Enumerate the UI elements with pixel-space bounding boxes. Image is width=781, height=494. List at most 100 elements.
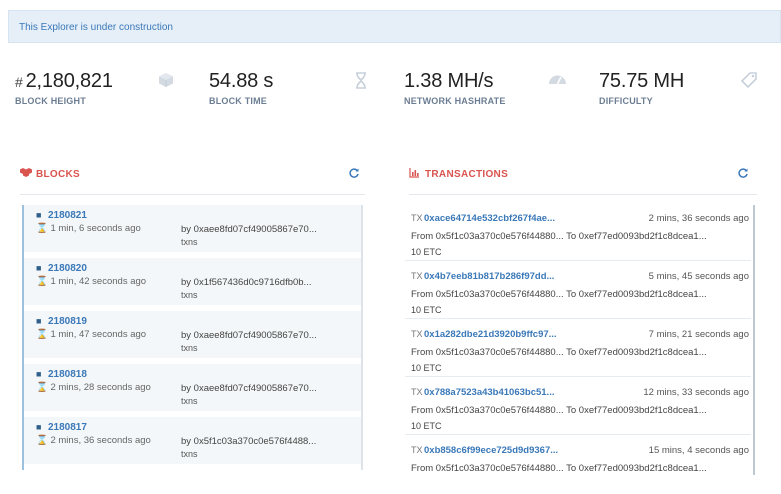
block-number-link[interactable]: 2180819 xyxy=(48,316,87,327)
blocks-title: BLOCKS xyxy=(36,169,81,180)
transactions-panel-header: TRANSACTIONS xyxy=(409,166,754,186)
tx-hash-link[interactable]: 0x4b7eeb81b817b286f97dd... xyxy=(424,271,554,282)
hourglass-icon: ⌛ xyxy=(36,435,51,446)
list-item[interactable]: TX 0x4b7eeb81b817b286f97dd... 5 mins, 45… xyxy=(405,263,751,319)
block-age: ⌛ 2 mins, 28 seconds ago xyxy=(36,382,151,393)
stat-label: BLOCK HEIGHT xyxy=(15,96,86,106)
tx-from[interactable]: From 0x5f1c03a370c0e576f44880... xyxy=(411,405,564,416)
stat-value: 75.75 MH xyxy=(599,70,685,92)
tx-age: 12 mins, 33 seconds ago xyxy=(643,387,749,398)
block-age: ⌛ 1 min, 6 seconds ago xyxy=(36,223,141,234)
cube-icon: ■ xyxy=(36,210,42,220)
block-miner: by 0xaee8fd07cf49005867e70... xyxy=(181,224,317,235)
dashboard-icon xyxy=(548,72,567,91)
block-miner: by 0x1f567436d0c9716dfb0b... xyxy=(181,277,312,288)
tx-amount: 10 ETC xyxy=(411,421,442,431)
blocks-list[interactable]: ■ 2180821 ⌛ 1 min, 6 seconds ago by 0xae… xyxy=(22,205,363,470)
block-age: ⌛ 1 min, 47 seconds ago xyxy=(36,329,147,340)
tx-prefix: TX xyxy=(411,329,423,339)
stat-label: BLOCK TIME xyxy=(209,96,267,106)
block-miner: by 0xaee8fd07cf49005867e70... xyxy=(181,330,317,341)
transactions-divider xyxy=(409,194,757,195)
blocks-divider xyxy=(20,194,365,195)
hourglass-icon xyxy=(355,72,367,94)
tx-age: 2 mins, 36 seconds ago xyxy=(648,213,749,224)
cube-icon: ■ xyxy=(36,316,42,326)
tx-amount: 10 ETC xyxy=(411,363,442,373)
tag-icon xyxy=(740,72,757,93)
tx-age: 5 mins, 45 seconds ago xyxy=(648,271,749,282)
tx-to[interactable]: To 0xef77ed0093bd2f1c8dcea1... xyxy=(566,347,707,358)
hourglass-icon: ⌛ xyxy=(36,382,51,393)
tx-amount: 10 ETC xyxy=(411,305,442,315)
hourglass-icon: ⌛ xyxy=(36,329,51,340)
cube-icon: ■ xyxy=(36,422,42,432)
list-item[interactable]: TX 0xace64714e532cbf267f4ae... 2 mins, 3… xyxy=(405,205,751,261)
block-number-link[interactable]: 2180820 xyxy=(48,263,87,274)
cube-icon xyxy=(158,72,174,93)
cube-icon: ■ xyxy=(36,263,42,273)
cubes-icon xyxy=(20,167,32,181)
block-txns: txns xyxy=(181,237,198,247)
stat-block-height: #2,180,821 BLOCK HEIGHT xyxy=(15,70,205,110)
tx-to[interactable]: To 0xef77ed0093bd2f1c8dcea1... xyxy=(566,463,707,474)
list-item[interactable]: ■ 2180818 ⌛ 2 mins, 28 seconds ago by 0x… xyxy=(24,364,361,414)
block-txns: txns xyxy=(181,343,198,353)
hash-prefix: # xyxy=(15,74,23,90)
list-item[interactable]: ■ 2180821 ⌛ 1 min, 6 seconds ago by 0xae… xyxy=(24,205,361,255)
tx-from[interactable]: From 0x5f1c03a370c0e576f44880... xyxy=(411,289,564,300)
hourglass-icon: ⌛ xyxy=(36,276,51,287)
tx-hash-link[interactable]: 0xace64714e532cbf267f4ae... xyxy=(424,213,555,224)
tx-addresses: From 0x5f1c03a370c0e576f44880... To 0xef… xyxy=(411,463,707,474)
tx-addresses: From 0x5f1c03a370c0e576f44880... To 0xef… xyxy=(411,289,707,300)
tx-to[interactable]: To 0xef77ed0093bd2f1c8dcea1... xyxy=(566,289,707,300)
stat-label: NETWORK HASHRATE xyxy=(404,96,506,106)
block-number-link[interactable]: 2180818 xyxy=(48,369,87,380)
block-age: ⌛ 1 min, 42 seconds ago xyxy=(36,276,147,287)
bar-chart-icon xyxy=(409,167,420,181)
tx-from[interactable]: From 0x5f1c03a370c0e576f44880... xyxy=(411,463,564,474)
tx-prefix: TX xyxy=(411,213,423,223)
list-item[interactable]: ■ 2180819 ⌛ 1 min, 47 seconds ago by 0xa… xyxy=(24,311,361,361)
refresh-icon[interactable] xyxy=(738,168,748,181)
tx-from[interactable]: From 0x5f1c03a370c0e576f44880... xyxy=(411,347,564,358)
tx-prefix: TX xyxy=(411,387,423,397)
tx-from[interactable]: From 0x5f1c03a370c0e576f44880... xyxy=(411,231,564,242)
tx-amount: 10 ETC xyxy=(411,247,442,257)
block-miner: by 0xaee8fd07cf49005867e70... xyxy=(181,383,317,394)
tx-age: 15 mins, 4 seconds ago xyxy=(648,445,749,456)
list-item[interactable]: ■ 2180820 ⌛ 1 min, 42 seconds ago by 0x1… xyxy=(24,258,361,308)
list-item[interactable]: TX 0x788a7523a43b41063bc51... 12 mins, 3… xyxy=(405,379,751,435)
refresh-icon[interactable] xyxy=(349,168,359,181)
tx-hash-link[interactable]: 0x788a7523a43b41063bc51... xyxy=(424,387,554,398)
tx-hash-link[interactable]: 0x1a282dbe21d3920b9ffc97... xyxy=(424,329,557,340)
construction-banner: This Explorer is under construction xyxy=(8,10,781,43)
block-txns: txns xyxy=(181,396,198,406)
stat-label: DIFFICULTY xyxy=(599,96,653,106)
tx-addresses: From 0x5f1c03a370c0e576f44880... To 0xef… xyxy=(411,347,707,358)
hourglass-icon: ⌛ xyxy=(36,223,51,234)
transactions-list[interactable]: TX 0xace64714e532cbf267f4ae... 2 mins, 3… xyxy=(405,205,755,475)
tx-hash-link[interactable]: 0xb858c6f99ece725d9d9367... xyxy=(424,445,558,456)
list-item[interactable]: ■ 2180817 ⌛ 2 mins, 36 seconds ago by 0x… xyxy=(24,417,361,467)
stat-network-hashrate: 1.38 MH/s NETWORK HASHRATE xyxy=(404,70,594,110)
blocks-panel-header: BLOCKS xyxy=(20,166,363,186)
transactions-title: TRANSACTIONS xyxy=(425,169,509,180)
block-age: ⌛ 2 mins, 36 seconds ago xyxy=(36,435,151,446)
stat-value: 54.88 s xyxy=(209,70,274,92)
tx-prefix: TX xyxy=(411,271,423,281)
stat-difficulty: 75.75 MH DIFFICULTY xyxy=(599,70,781,110)
block-number-link[interactable]: 2180821 xyxy=(48,210,87,221)
tx-addresses: From 0x5f1c03a370c0e576f44880... To 0xef… xyxy=(411,231,707,242)
block-number-link[interactable]: 2180817 xyxy=(48,422,87,433)
stat-block-time: 54.88 s BLOCK TIME xyxy=(209,70,399,110)
list-item[interactable]: TX 0x1a282dbe21d3920b9ffc97... 7 mins, 2… xyxy=(405,321,751,377)
tx-to[interactable]: To 0xef77ed0093bd2f1c8dcea1... xyxy=(566,231,707,242)
tx-prefix: TX xyxy=(411,445,423,455)
tx-age: 7 mins, 21 seconds ago xyxy=(648,329,749,340)
stat-value: 1.38 MH/s xyxy=(404,70,494,92)
block-miner: by 0x5f1c03a370c0e576f4488... xyxy=(181,436,317,447)
tx-to[interactable]: To 0xef77ed0093bd2f1c8dcea1... xyxy=(566,405,707,416)
banner-text: This Explorer is under construction xyxy=(19,22,173,33)
list-item[interactable]: TX 0xb858c6f99ece725d9d9367... 15 mins, … xyxy=(405,437,751,475)
